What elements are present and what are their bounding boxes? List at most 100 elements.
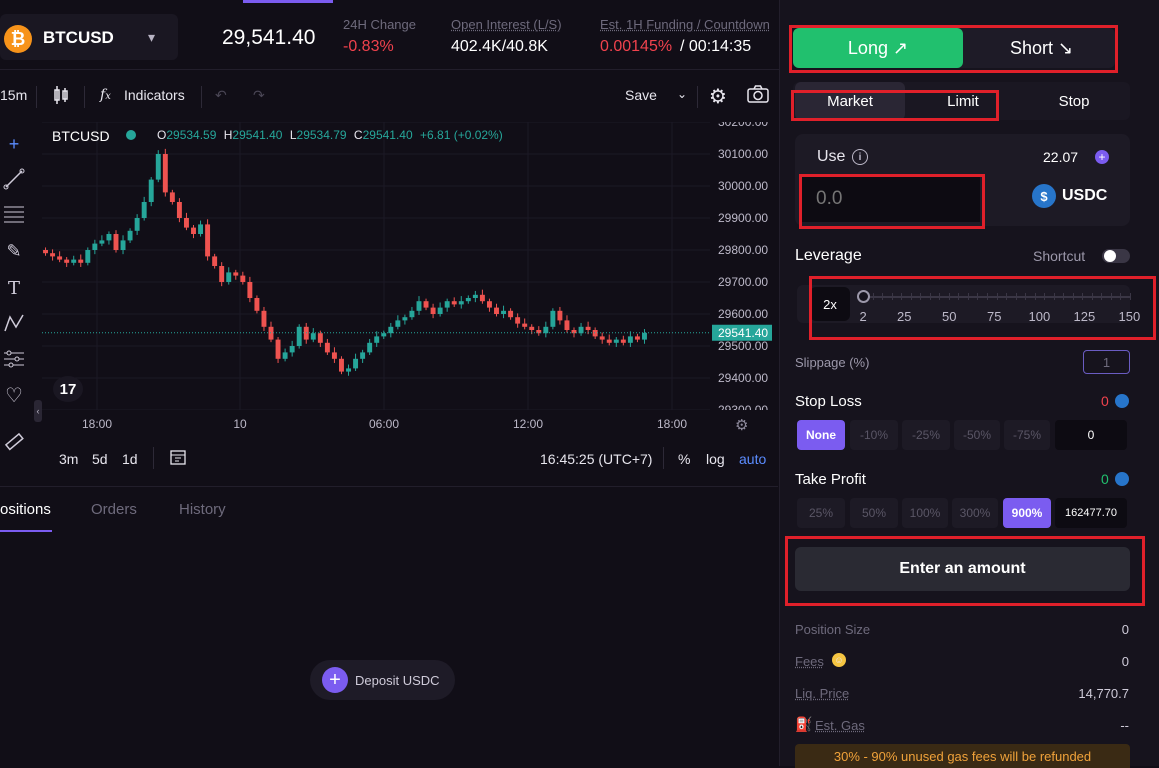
take-profit-900[interactable]: 900% bbox=[1003, 498, 1051, 528]
range-1d[interactable]: 1d bbox=[122, 451, 138, 467]
save-button[interactable]: Save bbox=[625, 87, 657, 103]
tab-orders[interactable]: Orders bbox=[91, 501, 137, 518]
forecast-icon[interactable] bbox=[2, 347, 26, 371]
candle-body bbox=[226, 272, 231, 282]
tab-stop[interactable]: Stop bbox=[1020, 82, 1128, 120]
candle-body bbox=[163, 154, 168, 192]
undo-icon[interactable]: ↶ bbox=[215, 87, 227, 104]
price-tick-label: 29800.00 bbox=[718, 243, 768, 257]
stop-loss-input[interactable]: 0 bbox=[1055, 420, 1127, 450]
candle-body bbox=[459, 301, 464, 304]
candle-body bbox=[438, 308, 443, 314]
take-profit-300[interactable]: 300% bbox=[952, 498, 998, 528]
date-range-icon[interactable] bbox=[169, 448, 187, 469]
take-profit-100[interactable]: 100% bbox=[902, 498, 948, 528]
stop-loss-50[interactable]: -50% bbox=[954, 420, 1000, 450]
chart-settings-icon[interactable]: ⚙ bbox=[735, 416, 748, 434]
open-interest-label[interactable]: Open Interest (L/S) bbox=[451, 17, 562, 32]
candle-body bbox=[156, 154, 161, 180]
candle-body bbox=[184, 218, 189, 228]
candle-body bbox=[607, 340, 612, 343]
use-label: Use bbox=[817, 148, 845, 166]
candle-body bbox=[128, 231, 133, 241]
candle-body bbox=[254, 298, 259, 311]
heart-icon[interactable]: ♡ bbox=[2, 383, 26, 407]
active-tab-underline bbox=[0, 530, 52, 532]
fees-label[interactable]: Fees bbox=[795, 654, 824, 669]
candle-body bbox=[261, 311, 266, 327]
candle-body bbox=[57, 256, 62, 259]
candle-body bbox=[71, 260, 76, 263]
chart-symbol: BTCUSD bbox=[52, 128, 110, 144]
candle-body bbox=[170, 192, 175, 202]
indicators-button[interactable]: Indicators bbox=[124, 87, 185, 103]
est-gas-value: -- bbox=[1120, 718, 1129, 733]
candle-body bbox=[276, 340, 281, 359]
interval-selector[interactable]: 15m bbox=[0, 87, 27, 103]
fees-value: 0 bbox=[1122, 654, 1129, 669]
candle-body bbox=[417, 301, 422, 311]
candle-body bbox=[614, 340, 619, 343]
gear-icon[interactable]: ⚙ bbox=[709, 84, 727, 109]
chevron-down-icon[interactable]: ⌄ bbox=[677, 87, 687, 101]
candle-body bbox=[586, 327, 591, 330]
take-profit-50[interactable]: 50% bbox=[850, 498, 898, 528]
est-gas-label[interactable]: Est. Gas bbox=[815, 718, 865, 733]
info-icon[interactable]: i bbox=[852, 149, 868, 165]
candle-body bbox=[325, 343, 330, 353]
price-chart[interactable] bbox=[42, 122, 710, 410]
toolbar-divider bbox=[36, 86, 37, 108]
candle-body bbox=[339, 359, 344, 372]
text-tool-icon[interactable]: T bbox=[2, 276, 26, 300]
candle-body bbox=[219, 266, 224, 282]
tab-positions[interactable]: ositions bbox=[0, 501, 51, 518]
auto-toggle[interactable]: auto bbox=[739, 451, 766, 467]
candle-body bbox=[621, 340, 626, 343]
brush-icon[interactable]: ✎ bbox=[2, 239, 26, 263]
pattern-icon[interactable] bbox=[2, 311, 26, 335]
tab-history[interactable]: History bbox=[179, 501, 226, 518]
position-size-value: 0 bbox=[1122, 622, 1129, 637]
stop-loss-10[interactable]: -10% bbox=[850, 420, 898, 450]
chevron-down-icon[interactable]: ▾ bbox=[148, 29, 155, 46]
highlight-order-type bbox=[791, 90, 999, 121]
range-5d[interactable]: 5d bbox=[92, 451, 108, 467]
take-profit-input[interactable]: 162477.70 bbox=[1055, 498, 1127, 528]
stop-loss-value: 0 bbox=[1101, 393, 1109, 409]
add-funds-icon[interactable]: + bbox=[1095, 150, 1109, 164]
candle-body bbox=[522, 324, 527, 327]
slippage-input[interactable]: 1 bbox=[1083, 350, 1130, 374]
candle-type-icon[interactable] bbox=[52, 85, 70, 108]
candle-body bbox=[142, 202, 147, 218]
log-toggle[interactable]: log bbox=[706, 451, 725, 467]
collapse-toolbar-handle[interactable]: ‹ bbox=[34, 400, 42, 422]
leverage-label: Leverage bbox=[795, 247, 862, 265]
funding-label[interactable]: Est. 1H Funding / Countdown bbox=[600, 17, 770, 32]
shortcut-toggle-knob bbox=[1104, 250, 1116, 262]
crosshair-icon[interactable]: + bbox=[2, 132, 26, 156]
candle-body bbox=[99, 240, 104, 243]
candle-body bbox=[600, 336, 605, 339]
camera-icon[interactable] bbox=[746, 84, 770, 107]
candle-body bbox=[501, 311, 506, 314]
stop-loss-75[interactable]: -75% bbox=[1004, 420, 1050, 450]
trend-line-icon[interactable] bbox=[2, 167, 26, 191]
timezone-clock[interactable]: 16:45:25 (UTC+7) bbox=[540, 451, 652, 467]
candle-body bbox=[593, 330, 598, 336]
stop-loss-25[interactable]: -25% bbox=[902, 420, 950, 450]
take-profit-25[interactable]: 25% bbox=[797, 498, 845, 528]
price-tick-label: 29300.00 bbox=[718, 403, 768, 410]
deposit-button[interactable]: + Deposit USDC bbox=[310, 660, 455, 700]
ruler-icon[interactable] bbox=[2, 430, 26, 454]
usdc-icon: $ bbox=[1032, 184, 1056, 208]
candle-body bbox=[318, 333, 323, 343]
fib-icon[interactable] bbox=[2, 202, 26, 226]
token-label: USDC bbox=[1062, 187, 1107, 205]
redo-icon[interactable]: ↷ bbox=[253, 87, 265, 104]
range-3m[interactable]: 3m bbox=[59, 451, 78, 467]
percent-toggle[interactable]: % bbox=[678, 451, 690, 467]
candle-body bbox=[78, 260, 83, 263]
stop-loss-none[interactable]: None bbox=[797, 420, 845, 450]
liq-price-label[interactable]: Liq. Price bbox=[795, 686, 849, 701]
candle-body bbox=[247, 282, 252, 298]
